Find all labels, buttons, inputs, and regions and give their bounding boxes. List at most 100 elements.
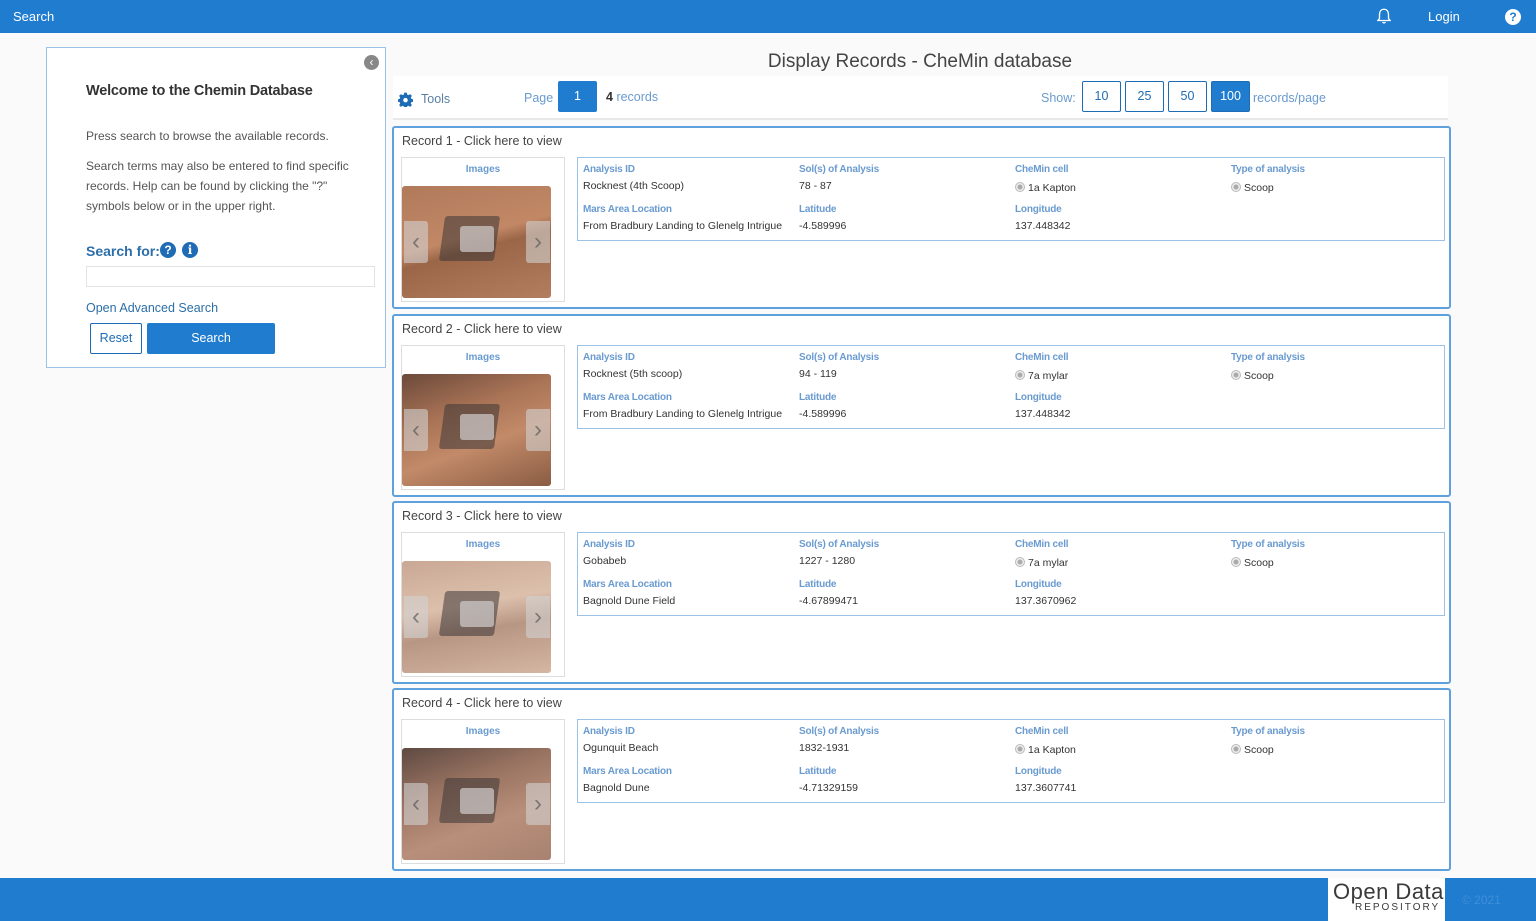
latitude-value: -4.67899471 — [799, 595, 858, 607]
advanced-search-link[interactable]: Open Advanced Search — [86, 301, 218, 315]
type-value: Scoop — [1231, 557, 1274, 569]
longitude-label: Longitude — [1015, 204, 1062, 215]
navbar-title[interactable]: Search — [13, 9, 54, 24]
chemin-cell-label: CheMin cell — [1015, 726, 1069, 737]
sols-value: 94 - 119 — [799, 368, 837, 380]
reset-button[interactable]: Reset — [90, 323, 142, 354]
record-card[interactable]: Record 2 - Click here to view Images ‹ › Ana… — [392, 314, 1451, 497]
type-label: Type of analysis — [1231, 164, 1305, 175]
longitude-value: 137.448342 — [1015, 220, 1071, 232]
longitude-value: 137.3607741 — [1015, 782, 1077, 794]
records-toolbar: Tools Page 1 4 records Show: 10 25 50 10… — [393, 76, 1448, 120]
type-label: Type of analysis — [1231, 539, 1305, 550]
open-data-repository-logo[interactable]: Open Data REPOSITORY — [1328, 878, 1445, 921]
next-image-icon[interactable]: › — [526, 409, 550, 451]
page-title: Display Records - CheMin database — [767, 51, 1073, 72]
prev-image-icon[interactable]: ‹ — [404, 409, 428, 451]
logo-subtext: REPOSITORY — [1355, 902, 1441, 913]
search-panel: ‹ Welcome to the Chemin Database Press s… — [46, 47, 386, 368]
latitude-value: -4.71329159 — [799, 782, 858, 794]
location-label: Mars Area Location — [583, 204, 672, 215]
type-text: Scoop — [1244, 370, 1274, 382]
analysis-id-value: Gobabeb — [583, 555, 627, 567]
prev-image-icon[interactable]: ‹ — [404, 596, 428, 638]
radio-icon — [1015, 557, 1025, 567]
record-header[interactable]: Record 1 - Click here to view — [402, 134, 562, 148]
sols-label: Sol(s) of Analysis — [799, 539, 879, 550]
sample-photo: ‹ › — [402, 561, 551, 673]
type-value: Scoop — [1231, 744, 1274, 756]
type-value: Scoop — [1231, 182, 1274, 194]
analysis-id-value: Rocknest (5th scoop) — [583, 368, 683, 380]
next-image-icon[interactable]: › — [526, 596, 550, 638]
analysis-id-value: Ogunquit Beach — [583, 742, 659, 754]
sols-label: Sol(s) of Analysis — [799, 352, 879, 363]
record-card[interactable]: Record 1 - Click here to view Images ‹ › Ana… — [392, 126, 1451, 309]
bell-icon[interactable] — [1375, 7, 1393, 25]
type-text: Scoop — [1244, 182, 1274, 194]
next-image-icon[interactable]: › — [526, 783, 550, 825]
prev-image-icon[interactable]: ‹ — [404, 783, 428, 825]
page-size-25-button[interactable]: 25 — [1125, 81, 1164, 112]
images-label: Images — [465, 726, 501, 737]
chemin-cell-value: 7a mylar — [1015, 557, 1068, 569]
tools-menu[interactable]: Tools — [421, 92, 450, 106]
record-fields: Analysis ID Rocknest (4th Scoop) Sol(s) of… — [577, 157, 1445, 241]
footer: Open Data REPOSITORY © 2021 — [0, 878, 1536, 921]
type-value: Scoop — [1231, 370, 1274, 382]
copyright-text: © 2021 — [1462, 893, 1501, 907]
page-size-50-button[interactable]: 50 — [1168, 81, 1207, 112]
help-icon[interactable]: ? — [1505, 9, 1521, 25]
search-input[interactable] — [86, 266, 375, 287]
chemin-cell-label: CheMin cell — [1015, 539, 1069, 550]
location-value: From Bradbury Landing to Glenelg Intrigu… — [583, 220, 783, 232]
longitude-value: 137.3670962 — [1015, 595, 1077, 607]
info-icon[interactable]: i — [182, 242, 198, 258]
images-label: Images — [465, 164, 501, 175]
gear-icon[interactable] — [398, 92, 413, 107]
record-header[interactable]: Record 3 - Click here to view — [402, 509, 562, 523]
intro-text: Press search to browse the available rec… — [86, 129, 329, 143]
collapse-panel-icon[interactable]: ‹ — [364, 55, 379, 70]
page-1-button[interactable]: 1 — [558, 81, 597, 112]
page-size-100-button[interactable]: 100 — [1211, 81, 1250, 112]
page-size-10-button[interactable]: 10 — [1082, 81, 1121, 112]
type-text: Scoop — [1244, 557, 1274, 569]
records-label: records — [616, 90, 659, 104]
record-count-value: 4 — [606, 90, 613, 104]
images-label: Images — [465, 352, 501, 363]
images-label: Images — [465, 539, 501, 550]
record-header[interactable]: Record 2 - Click here to view — [402, 322, 562, 336]
radio-icon — [1231, 182, 1241, 192]
radio-icon — [1231, 370, 1241, 380]
image-gallery: Images ‹ › — [401, 532, 565, 677]
chemin-cell-value: 1a Kapton — [1015, 744, 1076, 756]
login-link[interactable]: Login — [1428, 9, 1460, 24]
chemin-cell-value: 1a Kapton — [1015, 182, 1076, 194]
record-fields: Analysis ID Ogunquit Beach Sol(s) of Analy… — [577, 719, 1445, 803]
record-header[interactable]: Record 4 - Click here to view — [402, 696, 562, 710]
chemin-cell-value: 7a mylar — [1015, 370, 1068, 382]
latitude-label: Latitude — [799, 579, 837, 590]
prev-image-icon[interactable]: ‹ — [404, 221, 428, 263]
radio-icon — [1231, 744, 1241, 754]
latitude-label: Latitude — [799, 204, 837, 215]
location-value: Bagnold Dune — [583, 782, 650, 794]
longitude-label: Longitude — [1015, 392, 1062, 403]
record-card[interactable]: Record 4 - Click here to view Images ‹ › Ana… — [392, 688, 1451, 871]
type-label: Type of analysis — [1231, 726, 1305, 737]
location-label: Mars Area Location — [583, 766, 672, 777]
analysis-id-label: Analysis ID — [583, 539, 635, 550]
search-button[interactable]: Search — [147, 323, 275, 354]
question-icon[interactable]: ? — [160, 242, 176, 258]
radio-icon — [1015, 744, 1025, 754]
help-text: Search terms may also be entered to find… — [86, 159, 349, 213]
search-for-label: Search for: — [86, 243, 160, 259]
longitude-label: Longitude — [1015, 766, 1062, 777]
record-card[interactable]: Record 3 - Click here to view Images ‹ › Ana… — [392, 501, 1451, 684]
image-gallery: Images ‹ › — [401, 157, 565, 302]
sols-label: Sol(s) of Analysis — [799, 164, 879, 175]
radio-icon — [1231, 557, 1241, 567]
next-image-icon[interactable]: › — [526, 221, 550, 263]
chemin-cell-label: CheMin cell — [1015, 352, 1069, 363]
